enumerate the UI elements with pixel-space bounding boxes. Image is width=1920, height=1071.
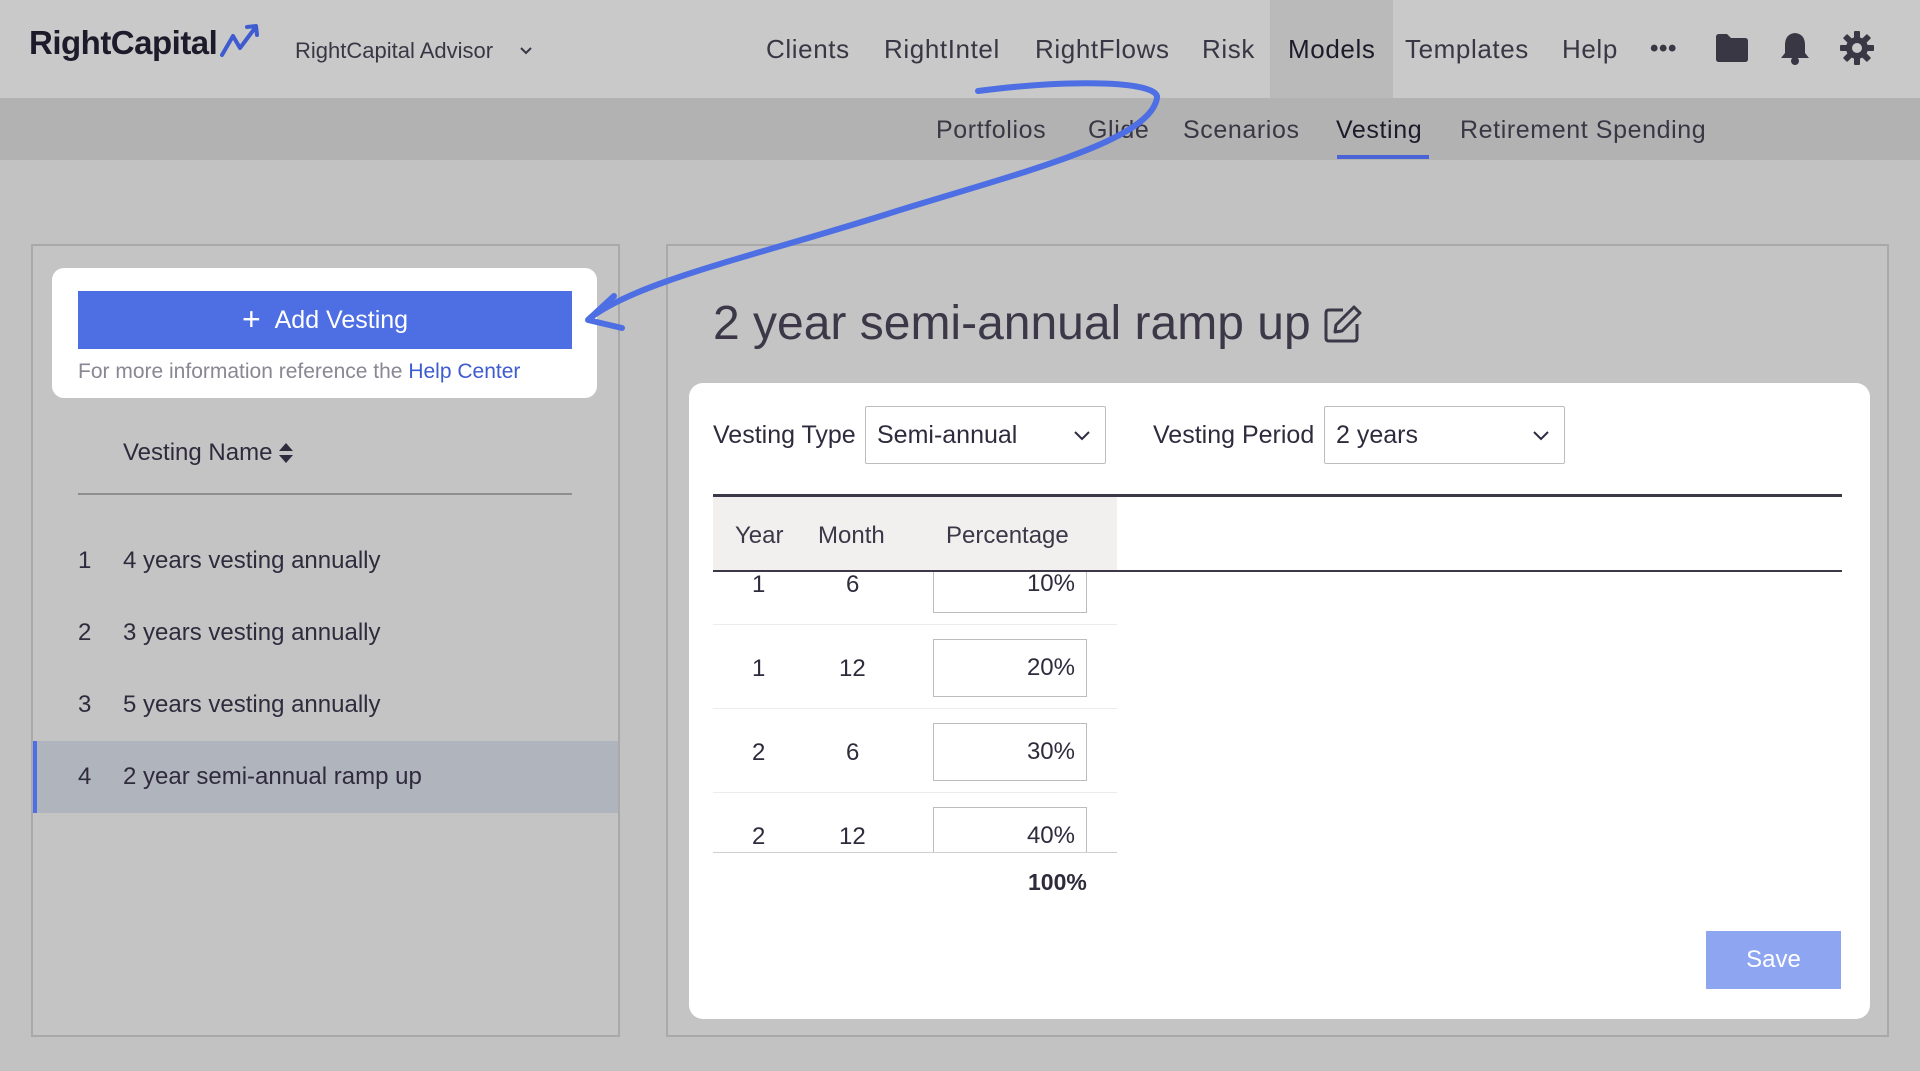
nav-rightintel[interactable]: RightIntel xyxy=(884,0,1000,98)
page-title: 2 year semi-annual ramp up xyxy=(713,297,1311,350)
vesting-title: 2 year semi-annual ramp up xyxy=(713,296,1363,351)
vesting-name-column-header[interactable]: Vesting Name xyxy=(123,439,294,467)
nav-rightflows[interactable]: RightFlows xyxy=(1035,0,1170,98)
add-vesting-button[interactable]: + Add Vesting xyxy=(78,291,572,349)
vesting-period-select[interactable]: 2 years xyxy=(1324,406,1565,464)
nav-clients[interactable]: Clients xyxy=(766,0,850,98)
cell-month: 12 xyxy=(839,655,866,682)
vesting-type-select[interactable]: Semi-annual xyxy=(865,406,1106,464)
more-menu-icon[interactable]: ••• xyxy=(1650,0,1677,98)
column-divider xyxy=(78,493,572,495)
cell-month: 6 xyxy=(846,572,860,598)
item-number: 3 xyxy=(78,691,92,718)
table-row: 2 12 40% xyxy=(713,793,1117,852)
percentage-input[interactable]: 20% xyxy=(933,639,1087,697)
rightcapital-logo[interactable]: RightCapital xyxy=(29,24,263,62)
vesting-type-label: Vesting Type xyxy=(713,421,856,449)
subnav-scenarios[interactable]: Scenarios xyxy=(1183,116,1300,145)
item-number: 2 xyxy=(78,619,92,646)
advisor-selector[interactable]: RightCapital Advisor xyxy=(295,38,533,64)
advisor-label: RightCapital Advisor xyxy=(295,38,494,63)
nav-templates[interactable]: Templates xyxy=(1405,0,1529,98)
help-prefix: For more information reference the xyxy=(78,360,403,383)
save-button[interactable]: Save xyxy=(1706,931,1841,989)
gear-icon[interactable] xyxy=(1839,30,1875,66)
edit-icon[interactable] xyxy=(1323,304,1363,344)
logo-text: RightCapital xyxy=(29,24,218,61)
percentage-total: 100% xyxy=(1028,869,1087,895)
nav-risk[interactable]: Risk xyxy=(1202,0,1255,98)
nav-help[interactable]: Help xyxy=(1562,0,1618,98)
percentage-input[interactable]: 10% xyxy=(933,572,1087,613)
table-body-bottom-border xyxy=(713,852,1117,853)
item-label: 3 years vesting annually xyxy=(123,619,381,646)
vesting-list-item[interactable]: 1 4 years vesting annually xyxy=(33,525,618,597)
cell-month: 6 xyxy=(846,739,860,766)
sort-icon xyxy=(279,443,294,463)
vesting-period-value: 2 years xyxy=(1336,420,1418,449)
item-label: 5 years vesting annually xyxy=(123,691,381,718)
cell-year: 2 xyxy=(752,739,766,766)
vesting-list-item[interactable]: 3 5 years vesting annually xyxy=(33,669,618,741)
cell-year: 1 xyxy=(752,655,766,682)
plus-icon: + xyxy=(241,300,261,337)
column-header-percentage: Percentage xyxy=(946,522,1069,549)
help-center-link[interactable]: Help Center xyxy=(408,360,520,383)
subnav-vesting[interactable]: Vesting xyxy=(1336,116,1422,145)
cell-year: 2 xyxy=(752,823,766,850)
item-number: 4 xyxy=(78,763,92,790)
percentage-input[interactable]: 30% xyxy=(933,723,1087,781)
vesting-type-value: Semi-annual xyxy=(877,420,1018,449)
vesting-list-item-selected[interactable]: 4 2 year semi-annual ramp up xyxy=(33,741,618,813)
folder-icon[interactable] xyxy=(1714,32,1750,64)
column-header-year: Year xyxy=(735,522,784,549)
subnav-active-indicator xyxy=(1337,155,1429,159)
percentage-input[interactable]: 40% xyxy=(933,807,1087,852)
help-text: For more information reference the Help … xyxy=(78,360,520,384)
nav-models[interactable]: Models xyxy=(1270,0,1394,98)
subnav-retirement-spending[interactable]: Retirement Spending xyxy=(1460,116,1706,145)
subnav-portfolios[interactable]: Portfolios xyxy=(936,116,1046,145)
column-header-label: Vesting Name xyxy=(123,439,273,466)
table-row: 1 6 10% xyxy=(713,572,1117,625)
logo-trend-arrow-icon xyxy=(220,24,260,57)
cell-year: 1 xyxy=(752,572,766,598)
table-row: 1 12 20% xyxy=(713,625,1117,709)
chevron-down-icon xyxy=(1533,431,1549,441)
subnav-glide[interactable]: Glide xyxy=(1088,116,1149,145)
bell-icon[interactable] xyxy=(1779,30,1811,66)
item-label: 2 year semi-annual ramp up xyxy=(123,763,422,790)
table-row: 2 6 30% xyxy=(713,709,1117,793)
chevron-down-icon xyxy=(520,47,532,55)
vesting-period-label: Vesting Period xyxy=(1153,421,1315,449)
cell-month: 12 xyxy=(839,823,866,850)
chevron-down-icon xyxy=(1074,431,1090,441)
vesting-list-item[interactable]: 2 3 years vesting annually xyxy=(33,597,618,669)
add-vesting-label: Add Vesting xyxy=(274,305,409,334)
column-header-month: Month xyxy=(818,522,885,549)
vesting-schedule-table-body[interactable]: 1 6 10% 1 12 20% 2 6 30% 2 12 40% xyxy=(713,572,1117,852)
item-label: 4 years vesting annually xyxy=(123,547,381,574)
item-number: 1 xyxy=(78,547,92,574)
